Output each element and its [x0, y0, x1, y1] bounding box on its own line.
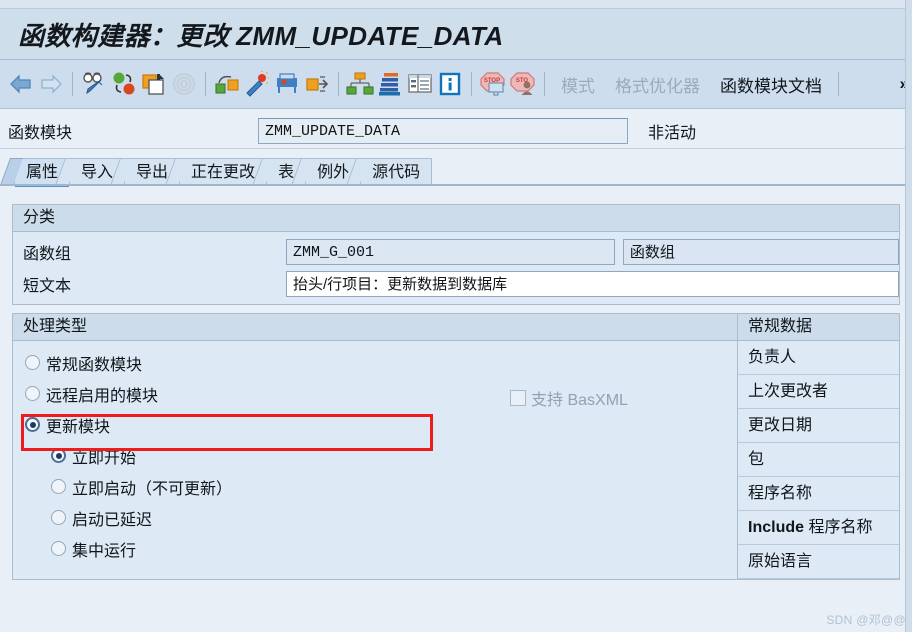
tab-bar: 属性 导入 导出 正在更改 表 例外 源代码: [0, 152, 912, 187]
toolbar-separator: [72, 72, 73, 96]
tab-label: 导入: [81, 164, 114, 181]
radio-label: 集中运行: [72, 542, 137, 560]
pattern-icon[interactable]: [242, 68, 272, 100]
toolbar-separator: [544, 72, 545, 96]
tab-source-code[interactable]: 源代码: [360, 158, 433, 186]
page-title-prefix: 函数构建器：更改: [18, 21, 237, 51]
basxml-checkbox-label: 支持 BasXML: [531, 392, 628, 409]
radio-label: 远程启用的模块: [46, 387, 159, 405]
include-suffix: 程序名称: [804, 519, 873, 536]
processing-type-body: 常规函数模块 远程启用的模块 更新模块 立即开始 立即启动（不可更新） 启动已延…: [13, 341, 737, 568]
tab-label: 表: [278, 164, 295, 181]
pretty-printer-button[interactable]: 格式优化器: [605, 72, 710, 97]
radio-label: 更新模块: [46, 418, 111, 436]
include-prefix: Include: [748, 519, 805, 536]
function-group-label: 函数组: [23, 246, 72, 263]
general-data-item-program-name[interactable]: 程序名称: [738, 477, 899, 511]
window-top-strip: [0, 0, 912, 9]
hierarchy-icon[interactable]: [345, 68, 375, 100]
print-preview-icon[interactable]: [272, 68, 302, 100]
processing-type-panel: 处理类型 常规函数模块 远程启用的模块 更新模块 立即开始 立即启动（不可更新）…: [12, 313, 738, 580]
general-data-item-responsible[interactable]: 负责人: [738, 341, 899, 375]
attributes-content: 分类 函数组 ZMM_G_001 函数组 短文本 抬头/行项目：更新数据到数据库…: [0, 0, 912, 632]
radio-remote-enabled-module[interactable]: 远程启用的模块: [13, 378, 737, 409]
radio-start-immed-no-restart[interactable]: 立即启动（不可更新）: [13, 471, 737, 502]
radio-indicator: [51, 510, 66, 525]
page-title: 函数构建器：更改 ZMM_UPDATE_DATA: [0, 16, 504, 53]
function-module-status: 非活动: [648, 125, 697, 142]
short-text-input[interactable]: 抬头/行项目：更新数据到数据库: [286, 271, 899, 297]
radio-label: 常规函数模块: [46, 356, 143, 374]
page-title-object: ZMM_UPDATE_DATA: [236, 20, 504, 51]
fm-documentation-button[interactable]: 函数模块文档: [710, 72, 832, 97]
lower-split: 处理类型 常规函数模块 远程启用的模块 更新模块 立即开始 立即启动（不可更新）…: [12, 0, 912, 632]
radio-label: 立即开始: [72, 449, 137, 467]
classification-body: 函数组 ZMM_G_001 函数组 短文本 抬头/行项目：更新数据到数据库: [13, 232, 899, 304]
info-icon[interactable]: [435, 68, 465, 100]
radio-indicator: [25, 417, 40, 432]
basxml-checkbox[interactable]: [510, 390, 526, 406]
radio-collective-run[interactable]: 集中运行: [13, 533, 737, 564]
general-data-item-changed-on[interactable]: 更改日期: [738, 409, 899, 443]
radio-indicator: [25, 386, 40, 401]
radio-label: 立即启动（不可更新）: [72, 480, 233, 498]
tab-label: 导出: [136, 164, 169, 181]
tab-bottom-border: [0, 184, 912, 186]
forward-arrow-icon[interactable]: [36, 68, 66, 100]
copy-object-icon[interactable]: [139, 68, 169, 100]
classification-panel: 分类 函数组 ZMM_G_001 函数组 短文本 抬头/行项目：更新数据到数据库: [12, 204, 900, 305]
display-change-icon[interactable]: [79, 68, 109, 100]
radio-start-delayed[interactable]: 启动已延迟: [13, 502, 737, 533]
sap-function-builder-window: 函数构建器：更改 ZMM_UPDATE_DATA STOP STO 模式 格式优…: [0, 0, 912, 632]
general-data-item-original-language[interactable]: 原始语言: [738, 545, 899, 579]
function-module-label: 函数模块: [8, 125, 73, 142]
list-icon[interactable]: [405, 68, 435, 100]
where-used-icon[interactable]: [169, 68, 199, 100]
activate-icon[interactable]: [302, 68, 332, 100]
fm-row-divider: [0, 148, 912, 149]
general-data-item-package[interactable]: 包: [738, 443, 899, 477]
short-text-row: 短文本 抬头/行项目：更新数据到数据库: [13, 268, 899, 300]
navigation-icon[interactable]: [212, 68, 242, 100]
other-object-icon[interactable]: [109, 68, 139, 100]
radio-indicator: [25, 355, 40, 370]
function-module-input[interactable]: ZMM_UPDATE_DATA: [258, 118, 628, 144]
vertical-scroll-edge[interactable]: [905, 0, 912, 632]
processing-type-header: 处理类型: [13, 314, 737, 341]
short-text-label: 短文本: [23, 278, 72, 295]
radio-indicator: [51, 541, 66, 556]
radio-normal-function-module[interactable]: 常规函数模块: [13, 347, 737, 378]
basxml-checkbox-row[interactable]: 支持 BasXML: [510, 386, 628, 410]
back-arrow-icon[interactable]: [6, 68, 36, 100]
radio-start-immediately[interactable]: 立即开始: [13, 440, 737, 471]
radio-label: 启动已延迟: [72, 511, 153, 529]
toolbar-separator: [205, 72, 206, 96]
toolbar-separator: [838, 72, 839, 96]
radio-update-module[interactable]: 更新模块: [13, 409, 737, 440]
general-data-panel: 常规数据 负责人 上次更改者 更改日期 包 程序名称 Include 程序名称 …: [738, 313, 900, 580]
pattern-text-button[interactable]: 模式: [551, 72, 605, 97]
title-bar: 函数构建器：更改 ZMM_UPDATE_DATA: [0, 9, 912, 60]
radio-indicator: [51, 448, 66, 463]
main-toolbar: STOP STO 模式 格式优化器 函数模块文档 »: [0, 60, 912, 109]
stop-screen-icon[interactable]: STOP: [478, 68, 508, 100]
stack-icon[interactable]: [375, 68, 405, 100]
watermark-text: SDN @邓@@: [826, 613, 906, 627]
radio-indicator: [51, 479, 66, 494]
tab-label: 正在更改: [191, 164, 256, 181]
tab-label: 例外: [317, 164, 350, 181]
function-group-row: 函数组 ZMM_G_001 函数组: [13, 236, 899, 268]
general-data-header: 常规数据: [738, 314, 899, 341]
function-group-description[interactable]: 函数组: [622, 239, 899, 265]
toolbar-separator: [471, 72, 472, 96]
function-module-row: 函数模块 ZMM_UPDATE_DATA 非活动: [0, 115, 912, 149]
general-data-item-include-program-name[interactable]: Include 程序名称: [738, 511, 899, 545]
stop-user-icon[interactable]: STO: [508, 68, 538, 100]
classification-header: 分类: [13, 205, 899, 232]
function-group-input[interactable]: ZMM_G_001: [286, 239, 615, 265]
tab-label: 源代码: [372, 164, 421, 181]
general-data-item-last-changed-by[interactable]: 上次更改者: [738, 375, 899, 409]
toolbar-separator: [338, 72, 339, 96]
tab-label: 属性: [26, 164, 59, 181]
